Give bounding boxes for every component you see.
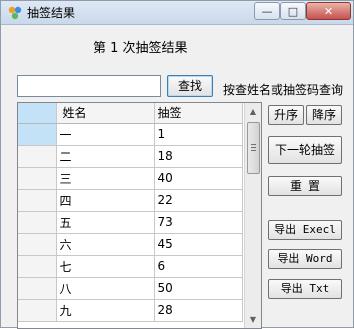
search-input[interactable] <box>17 75 161 97</box>
cell-draw[interactable]: 22 <box>154 189 243 212</box>
row-header[interactable] <box>18 255 57 278</box>
cell-name[interactable]: 三 <box>56 167 155 190</box>
grip-line <box>251 144 256 145</box>
row-header[interactable] <box>18 277 57 300</box>
window-title: 抽签结果 <box>27 6 76 20</box>
cell-draw[interactable]: 6 <box>154 255 243 278</box>
cell-name[interactable]: 一 <box>56 123 155 146</box>
sort-ascending-button[interactable]: 升序 <box>268 105 304 125</box>
cell-draw[interactable]: 18 <box>154 145 243 168</box>
corner-cell[interactable] <box>18 103 57 124</box>
close-icon: ✕ <box>323 4 334 18</box>
cell-name[interactable]: 七 <box>56 255 155 278</box>
draw-results-window: 抽签结果 — □ ✕ 第 1 次抽签结果 查找 按查姓名或抽签码查询 姓名 抽签… <box>0 0 354 329</box>
grip-line <box>251 150 256 151</box>
table-row[interactable]: 五 73 <box>18 211 243 234</box>
column-header-name[interactable]: 姓名 <box>56 103 155 124</box>
cell-name[interactable]: 四 <box>56 189 155 212</box>
export-txt-button[interactable]: 导出 Txt <box>268 279 342 299</box>
cell-draw[interactable]: 45 <box>154 233 243 256</box>
row-header[interactable] <box>18 145 57 168</box>
row-header[interactable] <box>18 299 57 322</box>
table-row[interactable]: 二 18 <box>18 145 243 168</box>
cell-draw[interactable]: 28 <box>154 299 243 322</box>
export-word-button[interactable]: 导出 Word <box>268 249 342 269</box>
vertical-scrollbar[interactable]: ▲ ▼ <box>244 103 261 328</box>
cell-draw[interactable]: 40 <box>154 167 243 190</box>
table-row[interactable]: 七 6 <box>18 255 243 278</box>
search-button[interactable]: 查找 <box>167 75 213 97</box>
round-heading: 第 1 次抽签结果 <box>93 41 188 56</box>
scroll-thumb[interactable] <box>247 122 260 174</box>
next-round-button[interactable]: 下一轮抽签 <box>268 136 342 164</box>
cell-name[interactable]: 九 <box>56 299 155 322</box>
cell-name[interactable]: 五 <box>56 211 155 234</box>
export-excel-button[interactable]: 导出 Execl <box>268 220 342 240</box>
table-header-row: 姓名 抽签 <box>18 103 243 124</box>
table-row[interactable]: 九 28 <box>18 299 243 322</box>
sort-descending-button[interactable]: 降序 <box>306 105 342 125</box>
table-row[interactable]: 一 1 <box>18 123 243 146</box>
table-row[interactable]: 六 45 <box>18 233 243 256</box>
app-logo-icon <box>8 6 22 20</box>
row-header[interactable] <box>18 189 57 212</box>
cell-name[interactable]: 六 <box>56 233 155 256</box>
minimize-button[interactable]: — <box>254 2 280 20</box>
title-bar[interactable]: 抽签结果 — □ ✕ <box>1 1 353 25</box>
column-header-draw[interactable]: 抽签 <box>154 103 243 124</box>
cell-draw[interactable]: 50 <box>154 277 243 300</box>
row-header[interactable] <box>18 233 57 256</box>
close-button[interactable]: ✕ <box>306 2 351 20</box>
reset-button[interactable]: 重置 <box>268 176 342 196</box>
row-header[interactable] <box>18 211 57 234</box>
maximize-icon: □ <box>287 4 299 18</box>
row-header[interactable] <box>18 167 57 190</box>
cell-draw[interactable]: 1 <box>154 123 243 146</box>
table-row[interactable]: 四 22 <box>18 189 243 212</box>
results-table[interactable]: 姓名 抽签 一 1 二 18 三 40 四 22 五 73 六 45 七 6 八… <box>17 102 262 329</box>
cell-name[interactable]: 二 <box>56 145 155 168</box>
search-hint: 按查姓名或抽签码查询 <box>223 83 344 97</box>
cell-draw[interactable]: 73 <box>154 211 243 234</box>
scroll-down-icon[interactable]: ▼ <box>245 311 261 328</box>
maximize-button[interactable]: □ <box>280 2 306 20</box>
minimize-icon: — <box>261 4 273 18</box>
table-row[interactable]: 八 50 <box>18 277 243 300</box>
grip-line <box>251 147 256 148</box>
scroll-up-icon[interactable]: ▲ <box>245 103 261 120</box>
cell-name[interactable]: 八 <box>56 277 155 300</box>
table-row[interactable]: 三 40 <box>18 167 243 190</box>
row-header[interactable] <box>18 123 57 146</box>
